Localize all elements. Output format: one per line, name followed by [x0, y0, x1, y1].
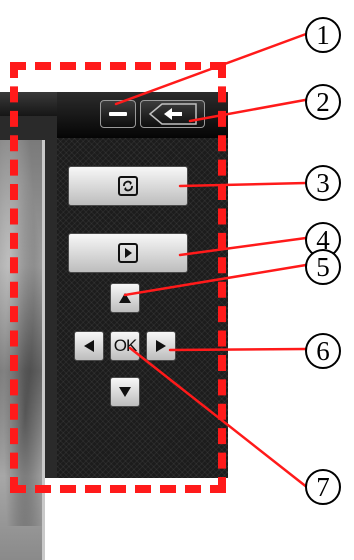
callout-5: 5 [305, 249, 341, 285]
preview-image-shading [0, 140, 42, 526]
callout-6: 6 [305, 333, 341, 369]
left-arrow-button[interactable] [74, 331, 104, 361]
switch-camera-icon [118, 176, 138, 196]
right-arrow-icon [156, 340, 166, 352]
remote-control-panel [57, 92, 228, 478]
minimize-button[interactable] [100, 100, 136, 128]
back-arrow-icon [148, 103, 197, 125]
callout-1: 1 [305, 17, 341, 53]
preview-title-bar [0, 92, 57, 116]
down-arrow-button[interactable] [110, 377, 140, 407]
up-arrow-icon [119, 293, 131, 303]
left-arrow-icon [84, 340, 94, 352]
callout-3: 3 [305, 165, 341, 201]
play-button[interactable] [68, 233, 188, 273]
minimize-icon [109, 112, 127, 116]
down-arrow-icon [119, 387, 131, 397]
play-icon [118, 243, 138, 263]
up-arrow-button[interactable] [110, 283, 140, 313]
ok-label: OK [113, 336, 138, 355]
camera-preview [0, 92, 57, 560]
callout-2: 2 [305, 84, 341, 120]
switch-camera-button[interactable] [68, 166, 188, 206]
right-arrow-button[interactable] [146, 331, 176, 361]
ok-button[interactable]: OK [110, 331, 140, 361]
back-button[interactable] [140, 100, 205, 128]
callout-7: 7 [305, 469, 341, 505]
